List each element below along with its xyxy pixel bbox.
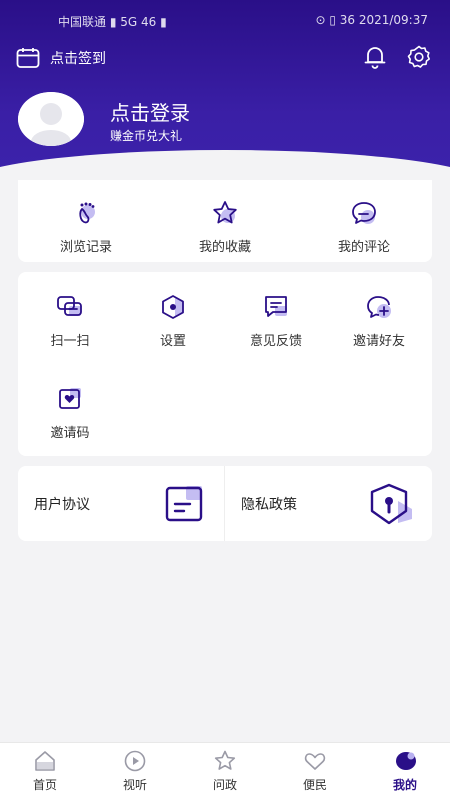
invite-code-item[interactable]: 邀请码 bbox=[30, 384, 110, 441]
avatar[interactable] bbox=[18, 92, 84, 146]
home-icon bbox=[35, 751, 55, 771]
history-label: 浏览记录 bbox=[59, 240, 112, 255]
privacy-policy-label: 隐私政策 bbox=[241, 496, 297, 513]
bottom-tab-bar: 首页 视听 问政 便民 我的 bbox=[0, 742, 450, 800]
invite-friend-icon bbox=[367, 296, 391, 318]
tab-mine-label: 我的 bbox=[392, 778, 417, 792]
login-subtitle: 赚金币兑大礼 bbox=[110, 129, 183, 143]
top-bar: 点击签到 bbox=[0, 40, 450, 76]
invite-code-icon bbox=[59, 388, 81, 409]
settings-icon bbox=[162, 295, 184, 319]
sign-in-label: 点击签到 bbox=[50, 51, 106, 67]
status-bar-left: 中国联通 ▮ 5G 46 ▮ bbox=[58, 15, 167, 29]
invite-friend-label: 邀请好友 bbox=[352, 334, 405, 349]
user-agreement-item[interactable]: 用户协议 bbox=[18, 466, 225, 541]
invite-code-label: 邀请码 bbox=[50, 426, 90, 441]
star-icon bbox=[214, 750, 236, 770]
comment-icon bbox=[352, 202, 376, 224]
calendar-icon bbox=[16, 48, 40, 68]
comments-item[interactable]: 我的评论 bbox=[324, 198, 404, 255]
shield-lock-icon bbox=[370, 483, 412, 524]
settings-label: 设置 bbox=[159, 334, 186, 349]
favorites-item[interactable]: 我的收藏 bbox=[185, 198, 265, 255]
tab-video-label: 视听 bbox=[122, 778, 147, 792]
policies-card: 用户协议 隐私政策 bbox=[18, 466, 432, 541]
scan-icon bbox=[57, 296, 82, 316]
sign-in-button[interactable]: 点击签到 bbox=[16, 44, 106, 72]
feedback-item[interactable]: 意见反馈 bbox=[236, 292, 316, 349]
tab-home[interactable]: 首页 bbox=[0, 749, 90, 793]
status-bar-right: ⊙ ▯ 36 2021/09:37 bbox=[315, 13, 428, 27]
tab-politics[interactable]: 问政 bbox=[180, 749, 270, 793]
history-item[interactable]: 浏览记录 bbox=[46, 198, 126, 255]
user-icon bbox=[396, 752, 416, 770]
login-prompt[interactable]: 点击登录 bbox=[110, 97, 190, 126]
privacy-policy-item[interactable]: 隐私政策 bbox=[225, 466, 432, 541]
tab-home-label: 首页 bbox=[32, 778, 57, 792]
document-icon bbox=[165, 485, 203, 521]
quick-actions-card: 浏览记录 我的收藏 我的评论 bbox=[18, 180, 432, 262]
heart-icon bbox=[304, 753, 326, 770]
tab-video[interactable]: 视听 bbox=[90, 749, 180, 793]
scan-item[interactable]: 扫一扫 bbox=[30, 292, 110, 349]
footprint-icon bbox=[79, 202, 95, 224]
favorites-label: 我的收藏 bbox=[198, 240, 251, 255]
play-icon bbox=[124, 750, 146, 772]
default-avatar-icon bbox=[18, 92, 84, 146]
scan-label: 扫一扫 bbox=[50, 334, 90, 349]
feedback-label: 意见反馈 bbox=[249, 334, 302, 349]
status-bar: 中国联通 ▮ 5G 46 ▮ ⊙ ▯ 36 2021/09:37 bbox=[0, 8, 450, 34]
feedback-icon bbox=[265, 296, 287, 317]
tab-mine[interactable]: 我的 bbox=[360, 749, 450, 793]
tab-politics-label: 问政 bbox=[212, 778, 237, 792]
star-icon bbox=[213, 201, 237, 224]
tab-services[interactable]: 便民 bbox=[270, 749, 360, 793]
gear-icon[interactable] bbox=[406, 44, 432, 70]
bell-icon[interactable] bbox=[362, 44, 388, 70]
settings-item[interactable]: 设置 bbox=[133, 292, 213, 349]
comments-label: 我的评论 bbox=[337, 240, 390, 255]
tab-services-label: 便民 bbox=[302, 778, 327, 792]
user-agreement-label: 用户协议 bbox=[34, 496, 90, 513]
invite-friend-item[interactable]: 邀请好友 bbox=[339, 292, 419, 349]
tools-card: 扫一扫 设置 意见反馈 邀请好友 邀请码 bbox=[18, 272, 432, 456]
